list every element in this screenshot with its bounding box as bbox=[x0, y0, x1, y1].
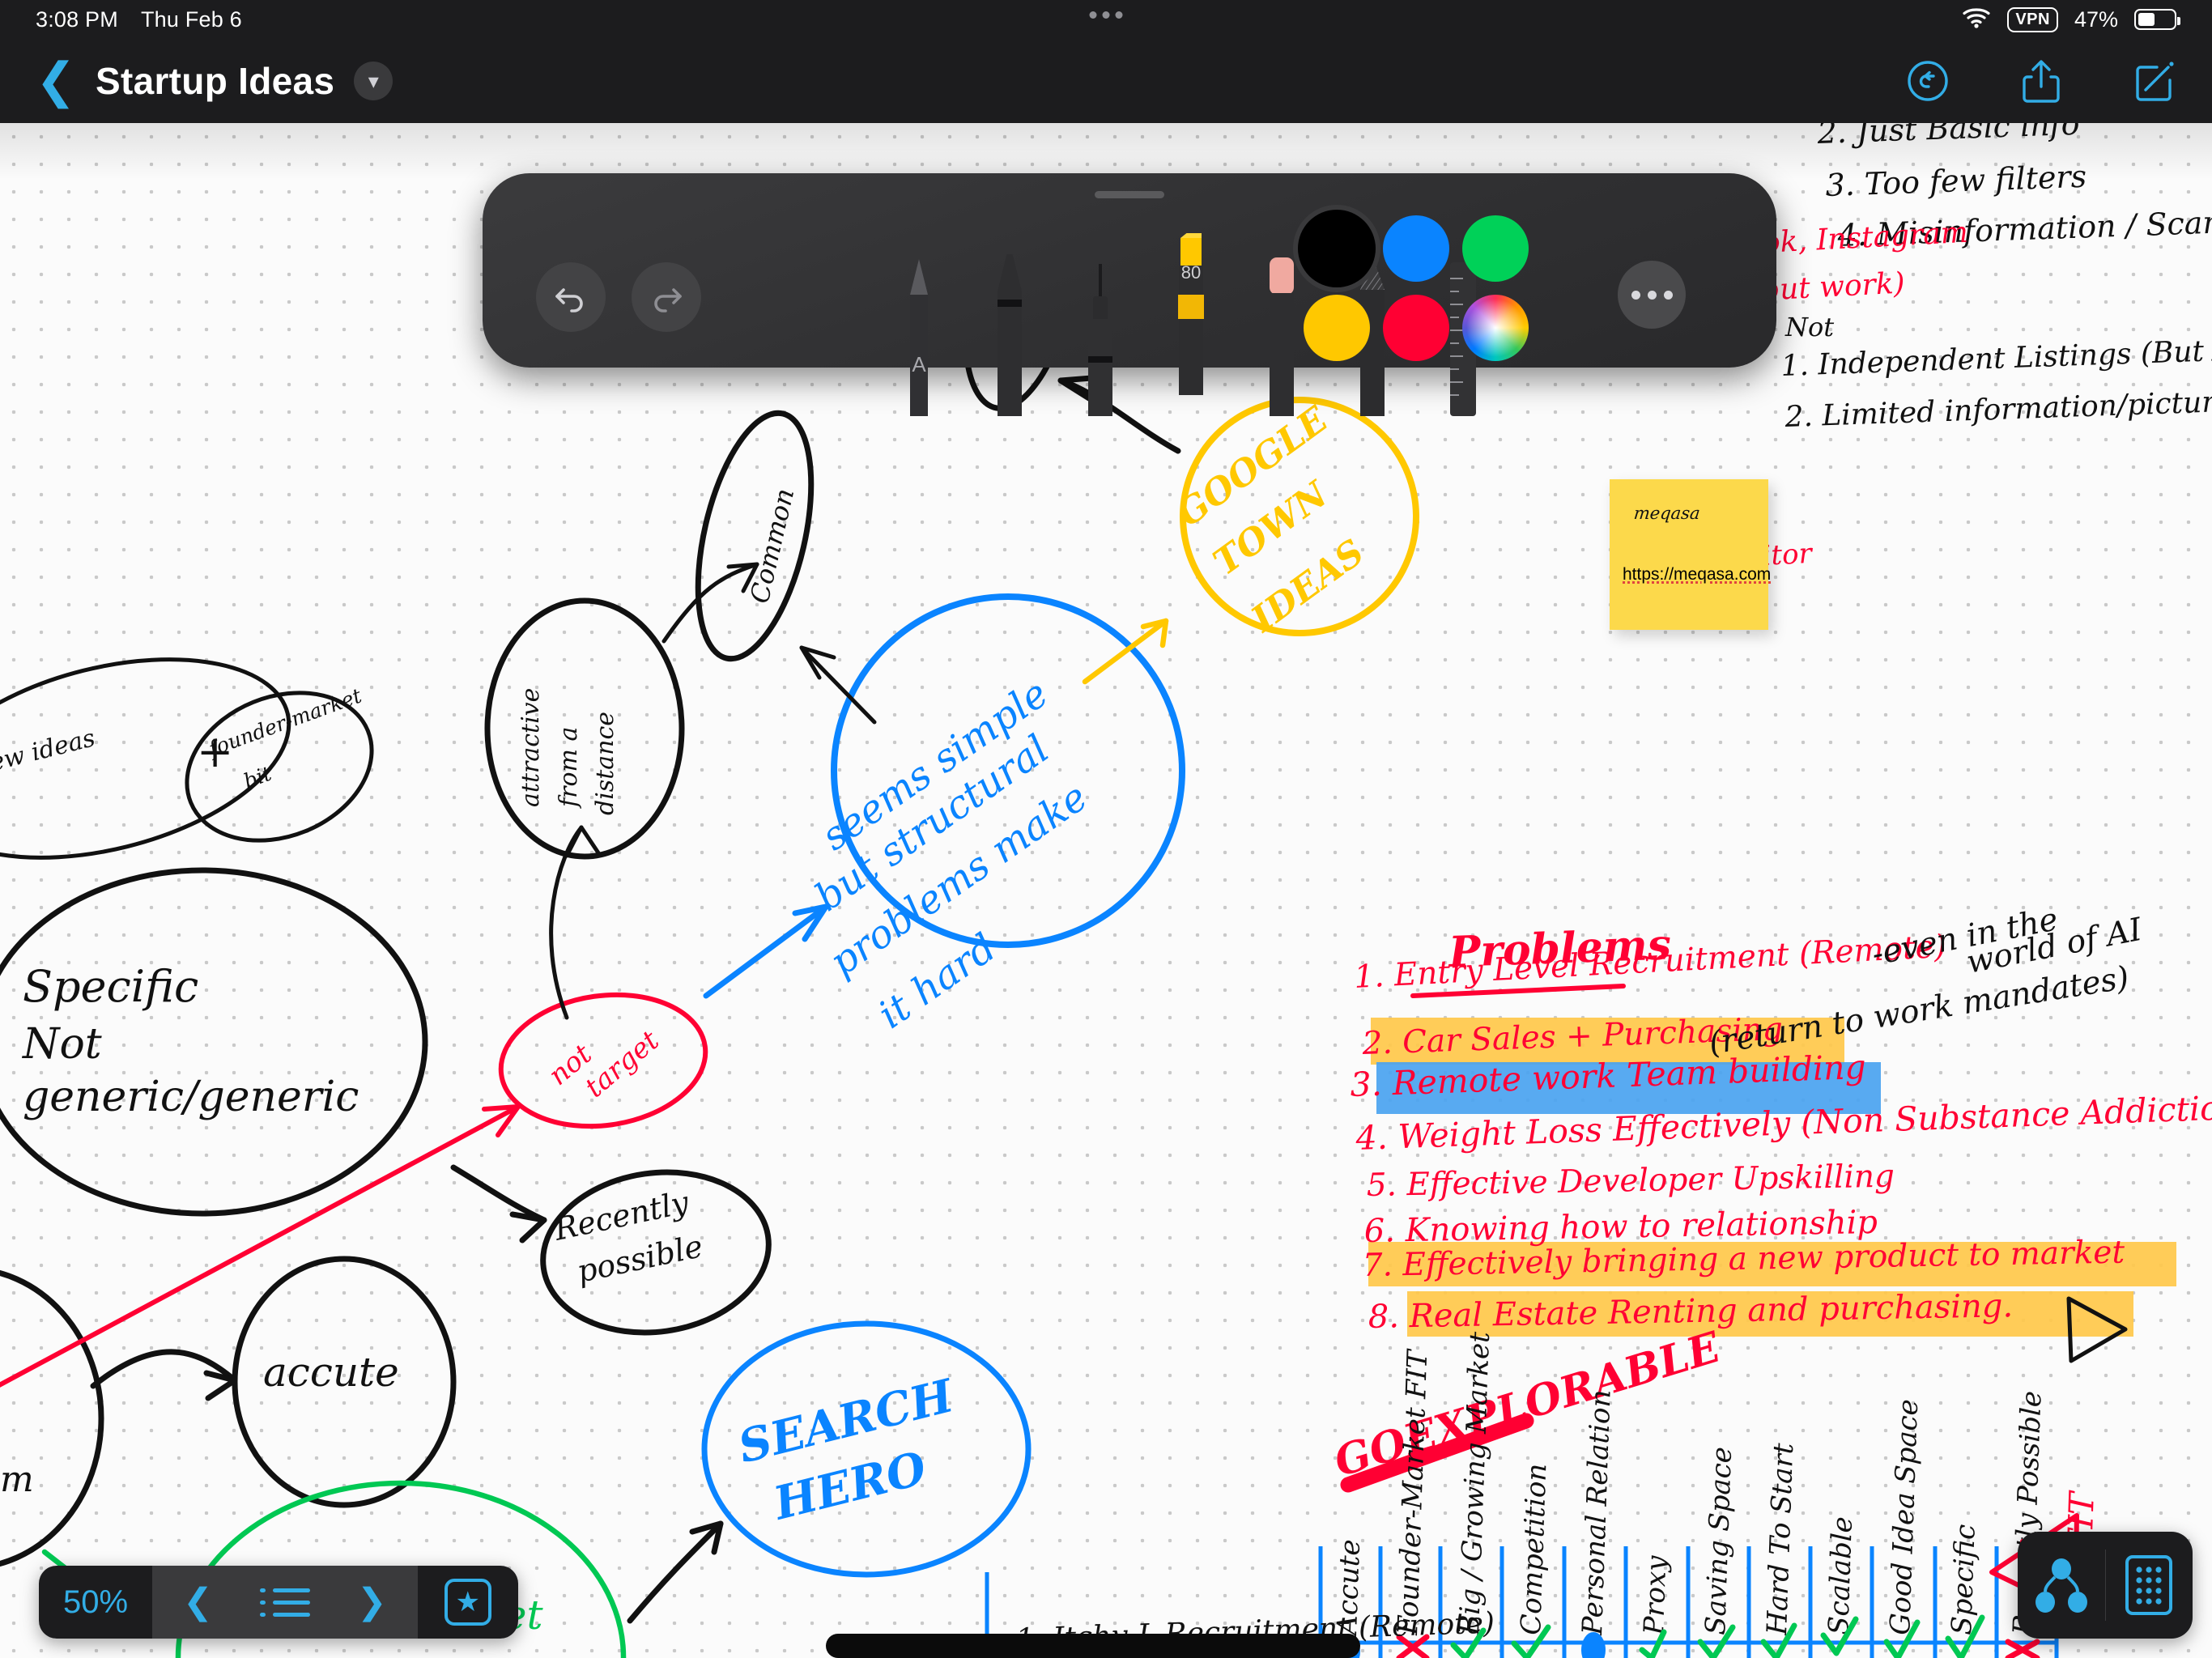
yellow-swatch[interactable] bbox=[1304, 295, 1370, 361]
svg-text:5. Effective Developer Upskil: 5. Effective Developer Upskilling bbox=[1366, 1158, 1895, 1204]
svg-text:generic/generic: generic/generic bbox=[23, 1073, 359, 1121]
status-time: 3:08 PM bbox=[36, 6, 118, 32]
page-title: Startup Ideas bbox=[96, 60, 335, 102]
partial-left-bubble: m bbox=[0, 1269, 104, 1567]
multitask-handle-icon[interactable] bbox=[1089, 11, 1123, 19]
page-list-icon[interactable] bbox=[259, 1588, 310, 1617]
problems-panel: Problems 1. Entry Level Recruitment (Rem… bbox=[1350, 901, 2212, 1337]
next-page-button[interactable]: ❯ bbox=[357, 1584, 387, 1620]
status-bar: 3:08 PM Thu Feb 6 VPN 47% bbox=[0, 0, 2212, 39]
common-bubble: Common bbox=[695, 410, 815, 662]
bookmark-star-icon[interactable]: ★ bbox=[417, 1566, 518, 1639]
svg-text:1. Independent Listings (But A: 1. Independent Listings (But Agents) bbox=[1780, 330, 2212, 383]
svg-text:Specific: Specific bbox=[1946, 1524, 1982, 1635]
navigation-bar: ❮ Startup Ideas ▾ bbox=[0, 39, 2212, 123]
note-canvas[interactable]: .s-blk{fill:none;stroke:#111;stroke-widt… bbox=[0, 123, 2212, 1658]
svg-text:Hard To Start: Hard To Start bbox=[1761, 1443, 1800, 1637]
red-swatch[interactable] bbox=[1383, 295, 1449, 361]
svg-text:Not: Not bbox=[1784, 312, 1834, 342]
svg-text:Proxy: Proxy bbox=[1638, 1554, 1673, 1636]
black-swatch[interactable] bbox=[1304, 215, 1370, 282]
blue-swatch[interactable] bbox=[1383, 215, 1449, 282]
svg-text:2. Limited information/picture: 2. Limited information/pictures bbox=[1784, 385, 2212, 434]
color-swatch-grid[interactable] bbox=[1304, 215, 1537, 369]
svg-text:m: m bbox=[0, 1459, 34, 1500]
svg-text:accute: accute bbox=[263, 1349, 399, 1396]
new-ideas-bubble: role for new ideas bbox=[0, 657, 291, 860]
battery-icon bbox=[2134, 9, 2180, 30]
zoom-level[interactable]: 50% bbox=[39, 1566, 152, 1639]
not-listings-note: Not 1. Independent Listings (But Agents)… bbox=[1780, 312, 2212, 434]
accute-bubble: accute bbox=[232, 1256, 457, 1508]
view-mode-bar[interactable] bbox=[2018, 1532, 2193, 1639]
svg-text:Big / Growing Market: Big / Growing Market bbox=[1453, 1331, 1496, 1636]
sticky-note[interactable]: meqasa https://meqasa.com bbox=[1610, 479, 1771, 630]
svg-text:Founder-Market FIT: Founder-Market FIT bbox=[1392, 1348, 1434, 1636]
svg-text:2. Just Basic info: 2. Just Basic info bbox=[1816, 123, 2080, 151]
svg-text:Saving Space: Saving Space bbox=[1699, 1446, 1738, 1635]
more-options-icon[interactable] bbox=[1618, 261, 1686, 329]
grid-icon[interactable] bbox=[2106, 1532, 2193, 1639]
pen-size-label: 80 bbox=[1180, 262, 1202, 283]
svg-text:3. Too few filters: 3. Too few filters bbox=[1825, 159, 2087, 203]
svg-text:SEARCH: SEARCH bbox=[733, 1369, 960, 1474]
previous-page-button[interactable]: ❮ bbox=[183, 1584, 213, 1620]
svg-text:Good Idea Space: Good Idea Space bbox=[1884, 1399, 1925, 1636]
wifi-icon bbox=[1962, 6, 1991, 34]
sticky-note-url[interactable]: https://meqasa.com bbox=[1623, 565, 1771, 585]
back-button[interactable]: ❮ bbox=[34, 57, 78, 105]
status-date: Thu Feb 6 bbox=[140, 6, 242, 32]
undo-history-icon[interactable] bbox=[1904, 57, 1951, 104]
battery-percent: 47% bbox=[2074, 6, 2118, 32]
svg-text:Not: Not bbox=[21, 1020, 102, 1069]
attractive-from-distance-bubble: attractive from a distance bbox=[484, 597, 685, 860]
green-swatch[interactable] bbox=[1462, 215, 1529, 282]
undo-button[interactable] bbox=[536, 262, 606, 332]
recently-possible-bubble: Recently possible bbox=[540, 1169, 772, 1336]
vpn-badge: VPN bbox=[2007, 6, 2058, 32]
svg-text:distance: distance bbox=[591, 712, 619, 815]
svg-text:attractive: attractive bbox=[517, 688, 545, 807]
sticky-note-title: meqasa bbox=[1632, 504, 1701, 523]
svg-text:Personal Relation: Personal Relation bbox=[1576, 1389, 1618, 1636]
svg-text:FIT: FIT bbox=[305, 1652, 380, 1658]
svg-text:Competition: Competition bbox=[1515, 1463, 1553, 1635]
zoom-page-bar[interactable]: 50% ❮ ❯ ★ bbox=[39, 1566, 518, 1639]
svg-text:Specific: Specific bbox=[23, 961, 198, 1012]
svg-text:from a: from a bbox=[555, 727, 583, 809]
notes-app-window: 3:08 PM Thu Feb 6 VPN 47% ❮ Startup Idea… bbox=[0, 0, 2212, 1658]
compose-icon[interactable] bbox=[2131, 57, 2178, 104]
specific-not-generic-bubble: Specific Not generic/generic bbox=[0, 867, 428, 1217]
not-target-bubble: not target bbox=[498, 992, 708, 1129]
go-explorable-label: GOEXPLORABLE bbox=[1329, 1322, 1727, 1493]
svg-text:for new ideas: for new ideas bbox=[0, 724, 98, 792]
pen-toolbar[interactable]: A 80 bbox=[483, 173, 1776, 416]
redo-button[interactable] bbox=[632, 262, 701, 332]
search-hero-bubble: SEARCH HERO bbox=[701, 1320, 1032, 1578]
share-icon[interactable] bbox=[2018, 56, 2065, 106]
google-town-ideas-bubble: GOOGLE TOWN IDEAS bbox=[1082, 397, 1419, 685]
svg-text:GOEXPLORABLE: GOEXPLORABLE bbox=[1329, 1322, 1727, 1486]
mindmap-icon[interactable] bbox=[2018, 1532, 2105, 1639]
color-wheel-swatch[interactable] bbox=[1462, 295, 1529, 361]
svg-text:A: A bbox=[912, 352, 926, 376]
chevron-down-icon[interactable]: ▾ bbox=[354, 62, 393, 100]
seems-simple-bubble: seems simple but structural problems mak… bbox=[807, 593, 1185, 1038]
